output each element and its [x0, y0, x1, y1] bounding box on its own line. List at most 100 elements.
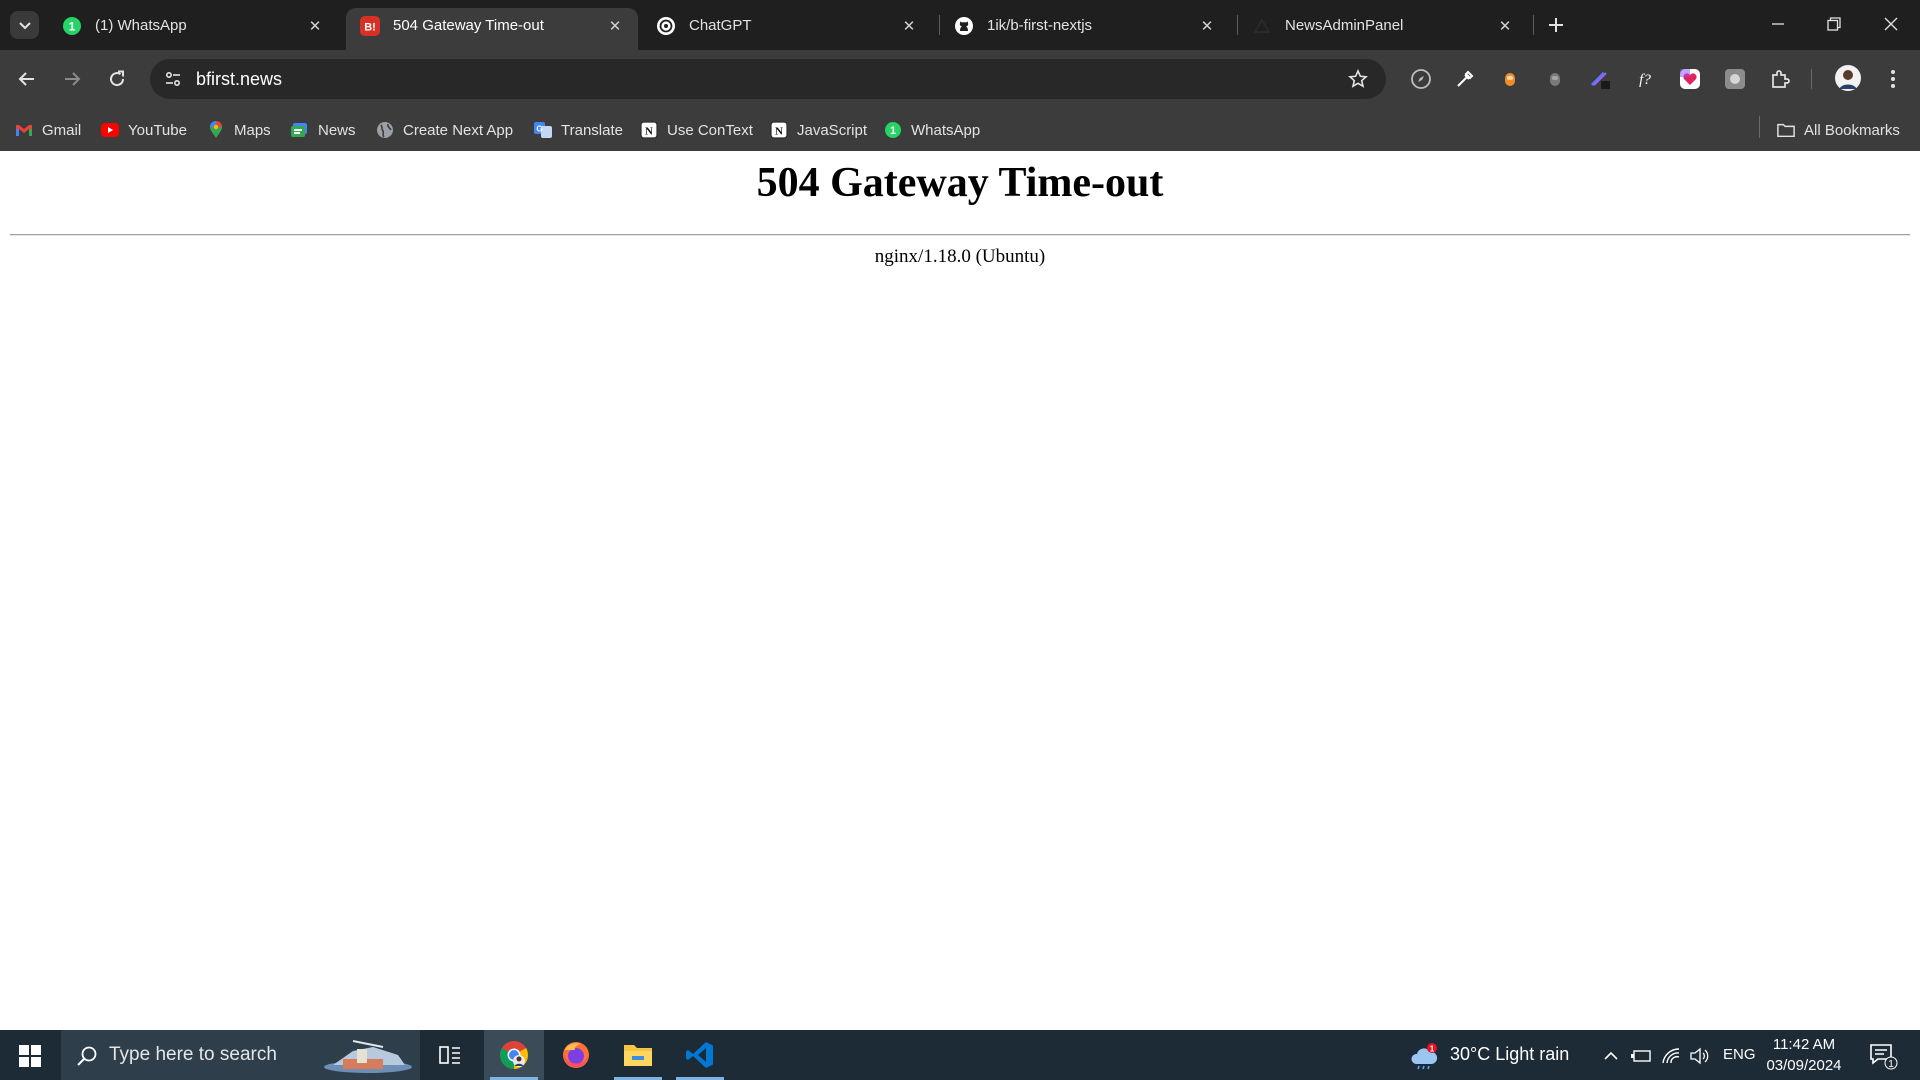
wifi-icon[interactable] — [1660, 1045, 1682, 1067]
tab-title: ChatGPT — [689, 17, 752, 34]
browser-toolbar: bfirst.news f? — [0, 50, 1920, 108]
color-picker-extension-icon[interactable] — [1452, 66, 1478, 92]
svg-text:1: 1 — [1888, 1059, 1894, 1070]
close-tab-icon[interactable]: ✕ — [898, 15, 920, 37]
tab-github[interactable]: 1ik/b-first-nextjs ✕ — [940, 8, 1230, 50]
volume-icon[interactable] — [1688, 1045, 1710, 1067]
taskbar-search[interactable]: Type here to search — [61, 1030, 420, 1080]
bfirst-icon: B! — [360, 16, 380, 36]
new-tab-button[interactable] — [1542, 11, 1570, 39]
minimize-button[interactable] — [1755, 8, 1801, 40]
bookmark-label: YouTube — [128, 121, 187, 139]
profile-avatar[interactable] — [1833, 63, 1863, 93]
language-indicator[interactable]: ENG — [1723, 1046, 1756, 1063]
gray-extension-icon[interactable] — [1542, 66, 1568, 92]
svg-text:f?: f? — [1639, 72, 1651, 88]
tab-chatgpt[interactable]: ChatGPT ✕ — [642, 8, 932, 50]
notion-icon: N — [640, 121, 658, 139]
bookmark-label: Create Next App — [403, 121, 514, 139]
folder-icon — [1777, 121, 1795, 139]
tab-news-admin-panel[interactable]: NewsAdminPanel ✕ — [1238, 8, 1528, 50]
bookmark-label: Maps — [234, 121, 271, 139]
close-tab-icon[interactable]: ✕ — [304, 15, 326, 37]
start-button[interactable] — [10, 1040, 50, 1072]
url-text[interactable]: bfirst.news — [196, 69, 282, 90]
pen-extension-icon[interactable] — [1587, 66, 1613, 92]
taskbar-file-explorer[interactable] — [608, 1030, 668, 1080]
forward-button[interactable] — [55, 62, 89, 96]
close-tab-icon[interactable]: ✕ — [604, 15, 626, 37]
bookmarks-divider — [1759, 116, 1760, 138]
horizontal-rule — [10, 234, 1910, 236]
bookmark-javascript[interactable]: N JavaScript — [770, 119, 867, 141]
svg-text:N: N — [645, 126, 653, 138]
taskbar-firefox[interactable] — [546, 1030, 606, 1080]
bookmark-youtube[interactable]: YouTube — [101, 119, 187, 141]
more-menu-icon[interactable] — [1880, 66, 1906, 92]
svg-text:N: N — [775, 126, 783, 138]
chevron-down-icon — [18, 22, 31, 30]
minimize-icon — [1772, 23, 1784, 25]
screenshot-extension-icon[interactable] — [1722, 66, 1748, 92]
svg-text:1: 1 — [1430, 1045, 1435, 1054]
tab-search-button[interactable] — [10, 11, 39, 39]
search-placeholder: Type here to search — [109, 1044, 277, 1065]
svg-text:1: 1 — [69, 20, 76, 34]
heart-extension-icon[interactable] — [1677, 66, 1703, 92]
close-tab-icon[interactable]: ✕ — [1494, 15, 1516, 37]
translate-icon: G — [534, 121, 552, 139]
restore-button[interactable] — [1811, 8, 1857, 40]
bookmark-translate[interactable]: G Translate — [534, 119, 623, 141]
task-view-button[interactable] — [420, 1030, 480, 1080]
arrow-left-icon — [18, 72, 34, 86]
maps-icon — [207, 121, 225, 139]
bookmark-label: Gmail — [42, 121, 82, 139]
bookmark-news[interactable]: News — [291, 119, 356, 141]
search-highlight-icon — [323, 1037, 413, 1075]
close-tab-icon[interactable]: ✕ — [1196, 15, 1218, 37]
firefox-icon — [563, 1042, 589, 1068]
bookmark-star-icon[interactable] — [1346, 67, 1370, 91]
function-extension-icon[interactable]: f? — [1632, 66, 1658, 92]
tab-whatsapp[interactable]: 1 (1) WhatsApp ✕ — [48, 8, 338, 50]
windows-logo-icon — [19, 1045, 41, 1067]
clock[interactable]: 11:42 AM 03/09/2024 — [1762, 1034, 1846, 1076]
all-bookmarks-label: All Bookmarks — [1804, 121, 1900, 139]
folder-icon — [624, 1045, 652, 1066]
extensions-puzzle-icon[interactable] — [1767, 66, 1793, 92]
back-button[interactable] — [10, 62, 44, 96]
orange-extension-icon[interactable] — [1497, 66, 1523, 92]
bookmark-create-next-app[interactable]: Create Next App — [376, 119, 513, 141]
windows-taskbar: Type here to search 1 30°C Light rain EN… — [0, 1030, 1920, 1080]
site-info-icon[interactable] — [161, 67, 185, 91]
tab-title: 504 Gateway Time-out — [393, 17, 544, 34]
chevron-up-icon[interactable] — [1600, 1045, 1622, 1067]
clock-date: 03/09/2024 — [1766, 1057, 1842, 1074]
notification-center-button[interactable]: 1 — [1868, 1041, 1898, 1071]
clock-time: 11:42 AM — [1772, 1036, 1836, 1053]
weather-icon[interactable]: 1 — [1410, 1042, 1440, 1070]
reload-button[interactable] — [100, 62, 134, 96]
taskbar-chrome[interactable] — [484, 1030, 544, 1080]
address-bar[interactable]: bfirst.news — [150, 59, 1386, 99]
plus-icon — [1549, 18, 1563, 32]
vscode-icon — [686, 1042, 713, 1068]
notion-icon: N — [770, 121, 788, 139]
taskbar-vscode[interactable] — [670, 1030, 730, 1080]
tab-title: (1) WhatsApp — [95, 17, 187, 34]
bookmark-whatsapp[interactable]: 1 WhatsApp — [884, 119, 980, 141]
battery-icon[interactable] — [1630, 1045, 1652, 1067]
page-title: 504 Gateway Time-out — [756, 160, 1164, 206]
all-bookmarks-button[interactable]: All Bookmarks — [1777, 119, 1900, 141]
bookmark-gmail[interactable]: Gmail — [15, 119, 81, 141]
compass-extension-icon[interactable] — [1408, 66, 1434, 92]
bookmark-use-context[interactable]: N Use ConText — [640, 119, 753, 141]
svg-text:1: 1 — [890, 125, 896, 137]
weather-text[interactable]: 30°C Light rain — [1450, 1044, 1569, 1065]
bookmark-maps[interactable]: Maps — [207, 119, 271, 141]
globe-icon — [376, 121, 394, 139]
tab-strip: 1 (1) WhatsApp ✕ B! 504 Gateway Time-out… — [0, 0, 1920, 50]
tab-gateway-timeout[interactable]: B! 504 Gateway Time-out ✕ — [346, 8, 638, 50]
close-window-button[interactable] — [1868, 8, 1914, 40]
chatgpt-icon — [656, 16, 676, 36]
